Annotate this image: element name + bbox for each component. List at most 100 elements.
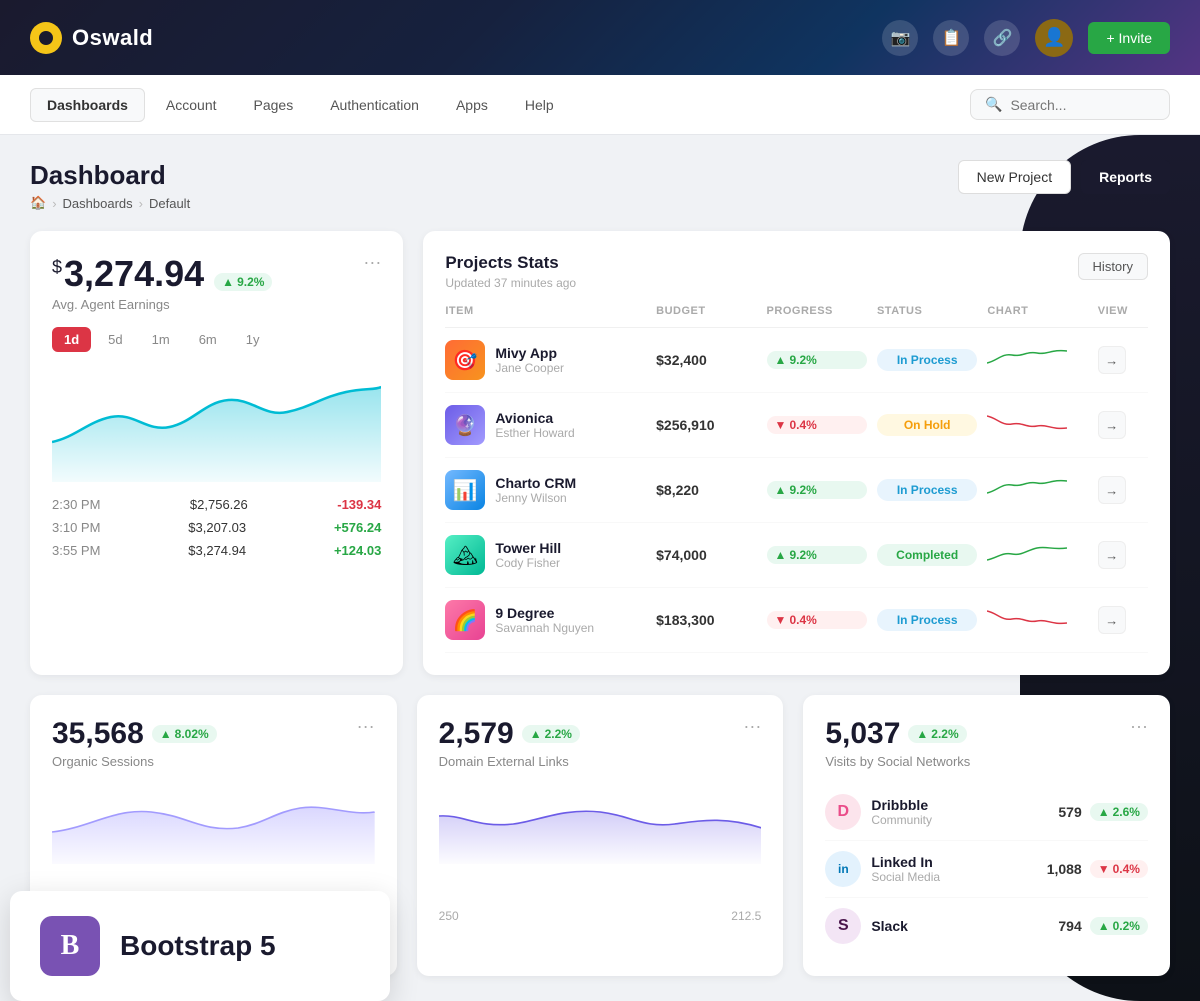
table-row: 🌈 9 Degree Savannah Nguyen $183,300 ▼ 0.… bbox=[445, 588, 1148, 653]
share-icon[interactable]: 🔗 bbox=[984, 20, 1020, 56]
nav-account[interactable]: Account bbox=[150, 89, 233, 121]
social-row-linkedin: in Linked In Social Media 1,088 ▼ 0.4% bbox=[825, 841, 1148, 898]
sparkline-charto bbox=[987, 473, 1087, 508]
project-thumb-tower: 🏔 bbox=[445, 535, 485, 575]
project-author-avionica: Esther Howard bbox=[495, 426, 574, 440]
view-mivy[interactable]: → bbox=[1098, 346, 1126, 374]
history-button[interactable]: History bbox=[1078, 253, 1148, 280]
status-9degree: In Process bbox=[877, 609, 977, 631]
budget-tower: $74,000 bbox=[656, 547, 756, 563]
earnings-row-1: 2:30 PM $2,756.26 -139.34 bbox=[52, 497, 381, 512]
filter-1d[interactable]: 1d bbox=[52, 327, 91, 352]
bootstrap-icon: B bbox=[40, 916, 100, 976]
view-tower[interactable]: → bbox=[1098, 541, 1126, 569]
view-avionica[interactable]: → bbox=[1098, 411, 1126, 439]
projects-card: Projects Stats Updated 37 minutes ago Hi… bbox=[423, 231, 1170, 675]
search-input[interactable] bbox=[1010, 97, 1155, 113]
amount-2: $3,207.03 bbox=[188, 520, 246, 535]
project-thumb-avionica: 🔮 bbox=[445, 405, 485, 445]
external-more-button[interactable]: ··· bbox=[743, 717, 761, 735]
filter-1y[interactable]: 1y bbox=[234, 327, 272, 352]
sparkline-tower bbox=[987, 538, 1087, 573]
social-header: 5,037 ▲ 2.2% Visits by Social Networks ·… bbox=[825, 717, 1148, 769]
projects-title-section: Projects Stats Updated 37 minutes ago bbox=[445, 253, 576, 290]
earnings-rows: 2:30 PM $2,756.26 -139.34 3:10 PM $3,207… bbox=[52, 497, 381, 558]
invite-button[interactable]: + Invite bbox=[1088, 22, 1170, 54]
earnings-card: $3,274.94 ▲ 9.2% Avg. Agent Earnings ···… bbox=[30, 231, 403, 675]
organic-number: 35,568 ▲ 8.02% bbox=[52, 717, 217, 751]
reports-button[interactable]: Reports bbox=[1081, 160, 1170, 194]
bootstrap-overlay: B Bootstrap 5 bbox=[10, 891, 390, 1001]
dribbble-icon: D bbox=[825, 794, 861, 830]
progress-mivy: ▲ 9.2% bbox=[767, 351, 867, 369]
progress-avionica: ▼ 0.4% bbox=[767, 416, 867, 434]
new-project-button[interactable]: New Project bbox=[958, 160, 1071, 194]
filter-6m[interactable]: 6m bbox=[187, 327, 229, 352]
project-thumb-charto: 📊 bbox=[445, 470, 485, 510]
status-tower: Completed bbox=[877, 544, 977, 566]
linkedin-name: Linked In bbox=[871, 854, 940, 870]
budget-9degree: $183,300 bbox=[656, 612, 756, 628]
table-row: 🔮 Avionica Esther Howard $256,910 ▼ 0.4%… bbox=[445, 393, 1148, 458]
nav-authentication[interactable]: Authentication bbox=[314, 89, 435, 121]
page-title: Dashboard bbox=[30, 160, 190, 191]
top-navigation: Oswald 📷 📋 🔗 👤 + Invite bbox=[0, 0, 1200, 75]
table-row: 📊 Charto CRM Jenny Wilson $8,220 ▲ 9.2% … bbox=[445, 458, 1148, 523]
view-charto[interactable]: → bbox=[1098, 476, 1126, 504]
project-name-charto: Charto CRM bbox=[495, 475, 576, 491]
project-author-mivy: Jane Cooper bbox=[495, 361, 564, 375]
col-progress: PROGRESS bbox=[767, 305, 867, 317]
external-links-card: 2,579 ▲ 2.2% Domain External Links ··· bbox=[417, 695, 784, 976]
breadcrumb-default: Default bbox=[149, 196, 190, 211]
nav-help[interactable]: Help bbox=[509, 89, 570, 121]
view-9degree[interactable]: → bbox=[1098, 606, 1126, 634]
earnings-label: Avg. Agent Earnings bbox=[52, 297, 272, 312]
amount-3: $3,274.94 bbox=[188, 543, 246, 558]
earnings-more-button[interactable]: ··· bbox=[363, 253, 381, 271]
sparkline-avionica bbox=[987, 408, 1087, 443]
organic-badge: ▲ 8.02% bbox=[152, 725, 217, 743]
avatar[interactable]: 👤 bbox=[1035, 19, 1073, 57]
organic-more-button[interactable]: ··· bbox=[357, 717, 375, 735]
sparkline-9degree bbox=[987, 603, 1087, 638]
social-more-button[interactable]: ··· bbox=[1130, 717, 1148, 735]
col-chart: CHART bbox=[987, 305, 1087, 317]
breadcrumb-dashboards: Dashboards bbox=[63, 196, 133, 211]
filter-5d[interactable]: 5d bbox=[96, 327, 134, 352]
amount-1: $2,756.26 bbox=[190, 497, 248, 512]
external-header: 2,579 ▲ 2.2% Domain External Links ··· bbox=[439, 717, 762, 769]
earnings-row-2: 3:10 PM $3,207.03 +576.24 bbox=[52, 520, 381, 535]
projects-updated: Updated 37 minutes ago bbox=[445, 276, 576, 290]
status-charto: In Process bbox=[877, 479, 977, 501]
slack-icon: S bbox=[825, 908, 861, 944]
filter-1m[interactable]: 1m bbox=[140, 327, 182, 352]
search-box[interactable]: 🔍 bbox=[970, 89, 1170, 120]
organic-chart bbox=[52, 784, 375, 904]
social-badge: ▲ 2.2% bbox=[908, 725, 966, 743]
time-3: 3:55 PM bbox=[52, 543, 100, 558]
budget-avionica: $256,910 bbox=[656, 417, 756, 433]
project-author-9degree: Savannah Nguyen bbox=[495, 621, 594, 635]
change-2: +576.24 bbox=[334, 520, 381, 535]
change-1: -139.34 bbox=[337, 497, 381, 512]
clipboard-icon[interactable]: 📋 bbox=[933, 20, 969, 56]
project-name-9degree: 9 Degree bbox=[495, 605, 594, 621]
budget-mivy: $32,400 bbox=[656, 352, 756, 368]
nav-apps[interactable]: Apps bbox=[440, 89, 504, 121]
camera-icon[interactable]: 📷 bbox=[882, 20, 918, 56]
nav-pages[interactable]: Pages bbox=[238, 89, 310, 121]
currency-symbol: $ bbox=[52, 257, 62, 277]
organic-label: Organic Sessions bbox=[52, 754, 217, 769]
nav-links: Dashboards Account Pages Authentication … bbox=[30, 88, 570, 122]
earnings-badge: ▲ 9.2% bbox=[214, 273, 272, 291]
projects-header: Projects Stats Updated 37 minutes ago Hi… bbox=[445, 253, 1148, 290]
progress-charto: ▲ 9.2% bbox=[767, 481, 867, 499]
social-row-dribbble: D Dribbble Community 579 ▲ 2.6% bbox=[825, 784, 1148, 841]
nav-dashboards[interactable]: Dashboards bbox=[30, 88, 145, 122]
project-thumb-mivy: 🎯 bbox=[445, 340, 485, 380]
col-status: STATUS bbox=[877, 305, 977, 317]
linkedin-badge: ▼ 0.4% bbox=[1090, 860, 1148, 878]
page-title-section: Dashboard 🏠 › Dashboards › Default bbox=[30, 160, 190, 211]
project-author-tower: Cody Fisher bbox=[495, 556, 561, 570]
linkedin-type: Social Media bbox=[871, 870, 940, 884]
